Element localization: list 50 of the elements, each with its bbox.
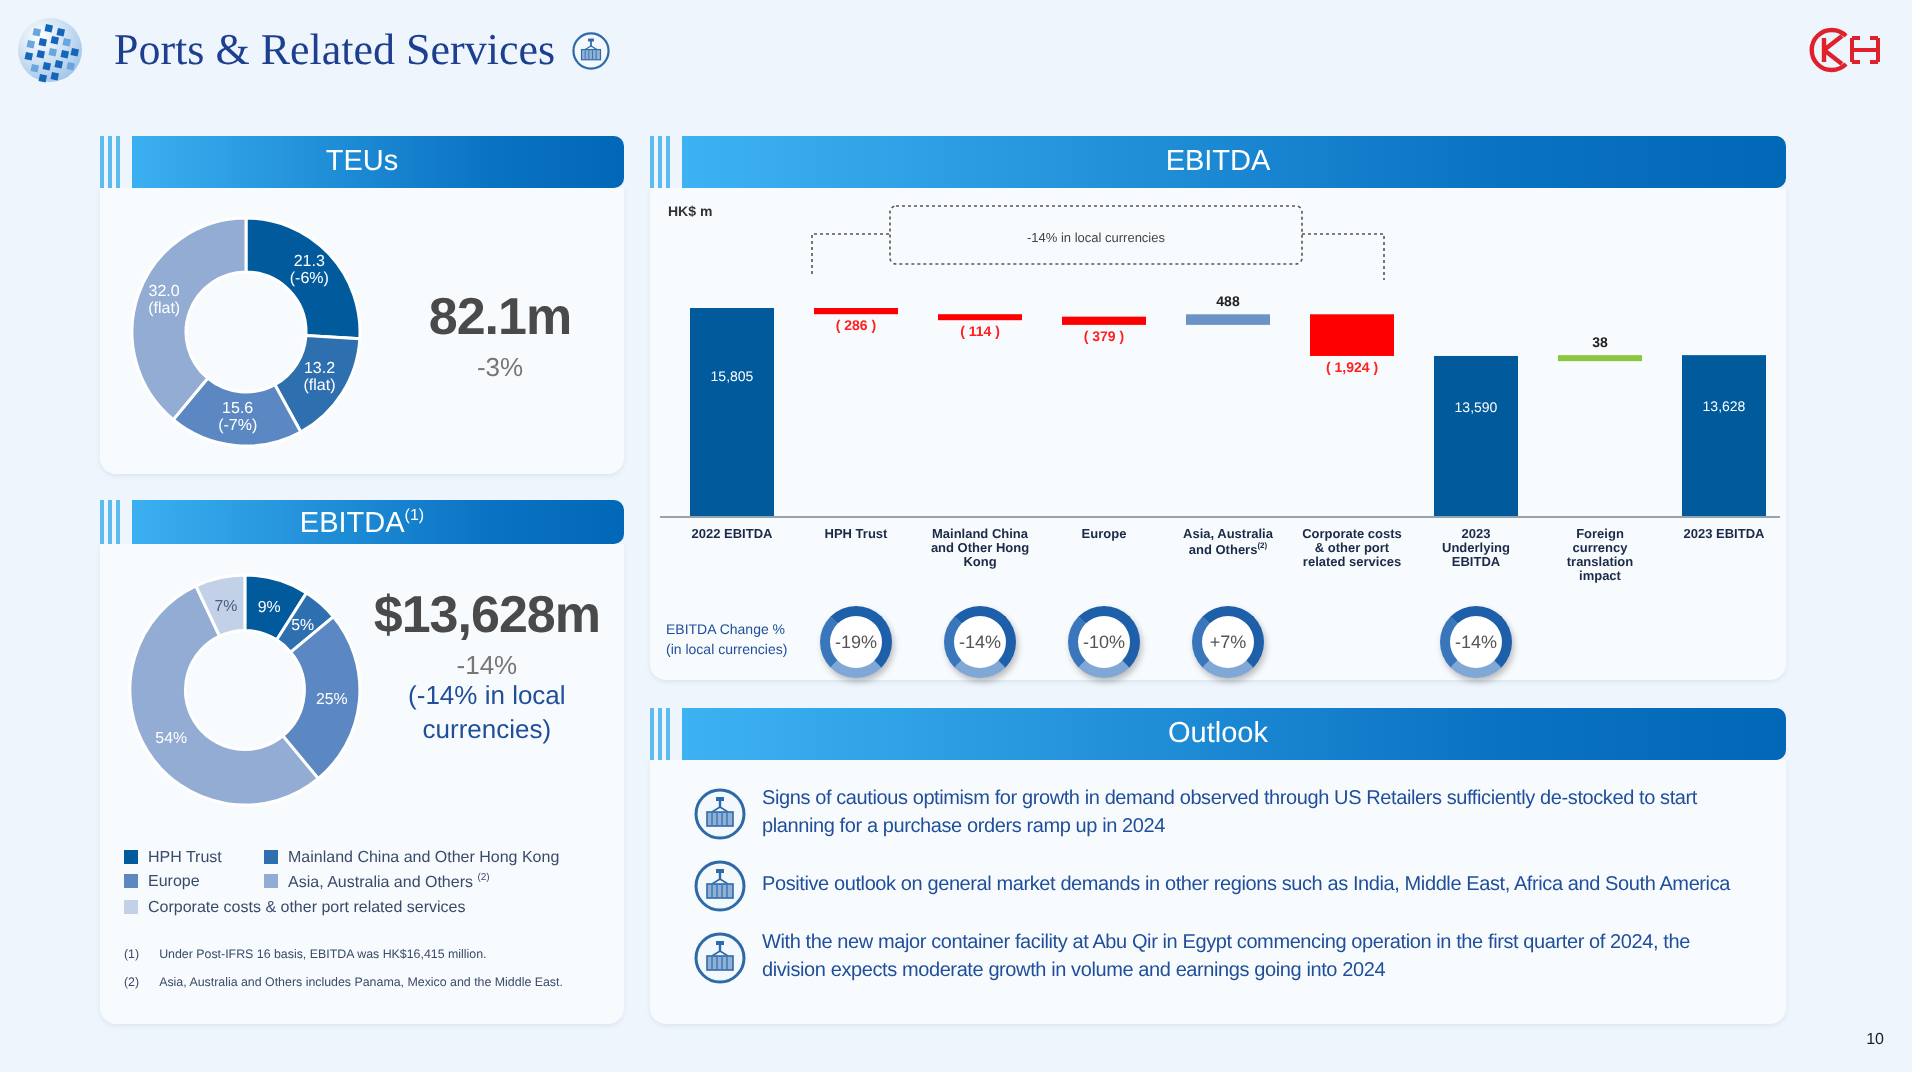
slice-label: 7% (214, 596, 238, 615)
legend-swatch (264, 850, 278, 864)
legend-label: Asia, Australia and Others $^{(2)}$ (288, 872, 490, 892)
section-title: Outlook (1168, 718, 1268, 750)
legend-swatch (264, 874, 278, 889)
container-icon (571, 31, 610, 69)
page-title: Ports & Related Services (114, 24, 556, 76)
slice-label: 54% (155, 728, 188, 747)
legend-swatch (124, 899, 138, 914)
waterfall-bar (1062, 316, 1146, 325)
slice-label: 13.2 (flat) (303, 357, 336, 393)
ring-logo-icon (1804, 26, 1884, 74)
change-percent-badge: -19% (820, 605, 892, 678)
ebitda-total: $13,628m (373, 584, 600, 646)
section-title: EBITDA (1165, 146, 1271, 178)
slice-label: 15.6 (-7%) (218, 397, 258, 433)
page-number: 10 (1866, 1030, 1884, 1048)
container-icon (694, 860, 746, 912)
outlook-point: Positive outlook on general market demands in other regions such as India, Middle East, Africa and South America (762, 871, 1730, 900)
teus-total: 82.1m (428, 285, 572, 347)
legend-label: Corporate costs & other port related services (148, 897, 466, 916)
waterfall-bar (1558, 355, 1642, 362)
outlook-point: With the new major container facility at Abu Qir in Egypt commencing operation in the first quarter of 2024, the division expects moderate growth in volume and earnings going into 2024 (762, 929, 1692, 986)
ebitda-change: -14% (456, 650, 518, 680)
waterfall-bar (814, 308, 898, 315)
section-title: TEUs (325, 146, 399, 178)
change-percent-badge: -10% (1068, 605, 1140, 678)
slice-label: 5% (291, 616, 315, 635)
slice-label: 32.0 (flat) (148, 281, 181, 317)
section-title: EBITDA$^{(1)}$ (299, 505, 425, 539)
slice-label: 9% (257, 598, 281, 617)
legend-label: Mainland China and Other Hong Kong (288, 848, 560, 866)
legend-label: HPH Trust (148, 848, 222, 866)
change-percent-badge: -14% (1440, 605, 1512, 678)
outlook-point: Signs of cautious optimism for growth in demand observed through US Retailers sufficiently de-stocked to start planning for a purchase orders ramp up in 2024 (762, 785, 1700, 842)
change-percent-badge: -14% (944, 605, 1016, 678)
globe-icon (16, 16, 84, 84)
waterfall-bar (938, 314, 1022, 321)
waterfall-bar (1310, 314, 1394, 356)
slice-label: 25% (315, 690, 348, 709)
slice-label: 21.3 (-6%) (289, 251, 329, 287)
legend-swatch (124, 874, 138, 889)
legend-swatch (124, 850, 138, 864)
teus-change: -3% (476, 351, 524, 381)
container-icon (694, 932, 746, 984)
container-icon (694, 788, 746, 840)
ebitda-local-change: (-14% in local currencies) (406, 680, 568, 748)
legend-label: Europe (148, 872, 200, 891)
change-percent-badge: +7% (1192, 605, 1264, 678)
waterfall-bar (1186, 314, 1270, 325)
